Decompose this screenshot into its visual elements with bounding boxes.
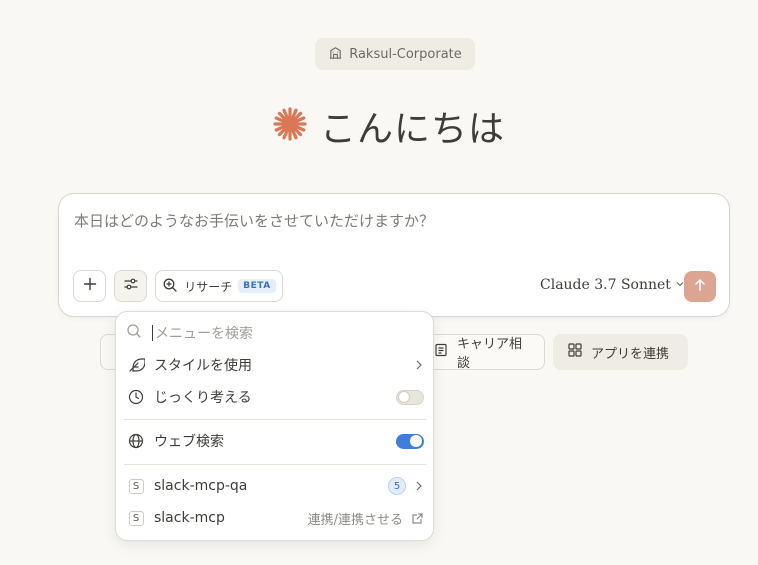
menu-item-label: じっくり考える: [154, 390, 252, 406]
menu-divider: [124, 419, 426, 420]
career-chip-label: キャリア相談: [457, 337, 523, 371]
suggestion-chip-career[interactable]: キャリア相談: [418, 334, 545, 371]
chevron-right-icon: [416, 481, 422, 491]
menu-item-label: スタイルを使用: [154, 358, 252, 374]
model-selector[interactable]: Claude 3.7 Sonnet: [540, 277, 685, 293]
building-icon: [328, 45, 343, 64]
menu-item-web-search[interactable]: ウェブ検索: [126, 427, 424, 455]
menu-search-input[interactable]: メニューを検索: [126, 320, 424, 346]
claude-spark-logo: [272, 106, 308, 146]
add-attachment-button[interactable]: [73, 270, 106, 302]
menu-item-slack-mcp-qa[interactable]: S slack-mcp-qa 5: [126, 472, 424, 500]
tools-menu: メニューを検索 スタイルを使用 じっくり考える ウェブ検索 S slack-mc…: [115, 311, 434, 541]
suggestion-chip-apps[interactable]: アプリを連携: [553, 334, 688, 370]
research-button[interactable]: リサーチ BETA: [155, 270, 283, 302]
slack-s-icon: S: [128, 478, 144, 494]
tool-count-badge: 5: [388, 477, 406, 495]
feather-icon: [126, 355, 146, 375]
menu-search-placeholder: メニューを検索: [155, 326, 253, 342]
greeting-text: こんにちは: [320, 109, 506, 150]
org-selector[interactable]: Raksul-Corporate: [315, 38, 475, 70]
menu-item-extended-thinking[interactable]: じっくり考える: [126, 383, 424, 411]
menu-item-slack-mcp[interactable]: S slack-mcp 連携/連携させる: [126, 504, 424, 532]
research-label: リサーチ: [184, 279, 233, 294]
text-caret: [152, 325, 153, 341]
clock-icon: [126, 387, 146, 407]
menu-item-label: ウェブ検索: [154, 434, 224, 450]
extended-thinking-toggle[interactable]: [396, 389, 424, 405]
beta-badge: BETA: [238, 279, 276, 293]
menu-item-label: slack-mcp-qa: [154, 478, 248, 494]
connect-link[interactable]: 連携/連携させる: [308, 509, 403, 528]
globe-icon: [126, 431, 146, 451]
composer-placeholder[interactable]: 本日はどのようなお手伝いをさせていただけますか？: [74, 210, 434, 231]
message-composer[interactable]: 本日はどのようなお手伝いをさせていただけますか？ リサーチ BETA Claud…: [58, 193, 730, 317]
apps-chip-label: アプリを連携: [591, 346, 670, 362]
grid-icon: [567, 342, 583, 362]
external-link-icon: [412, 512, 423, 524]
menu-item-label: slack-mcp: [154, 510, 225, 526]
sliders-icon: [123, 276, 139, 296]
model-name: Claude 3.7 Sonnet: [540, 277, 671, 293]
send-button[interactable]: [684, 271, 716, 302]
search-icon: [126, 323, 142, 343]
research-search-icon: [162, 277, 178, 296]
document-icon: [433, 342, 449, 362]
plus-icon: [82, 276, 98, 296]
tools-button[interactable]: [114, 270, 147, 302]
arrow-up-icon: [693, 277, 707, 296]
menu-item-style[interactable]: スタイルを使用: [126, 351, 424, 379]
greeting: こんにちは: [272, 100, 505, 152]
slack-s-icon: S: [128, 510, 144, 526]
web-search-toggle[interactable]: [396, 433, 424, 449]
menu-divider: [124, 464, 426, 465]
org-name: Raksul-Corporate: [349, 46, 462, 62]
chevron-right-icon: [416, 360, 422, 370]
